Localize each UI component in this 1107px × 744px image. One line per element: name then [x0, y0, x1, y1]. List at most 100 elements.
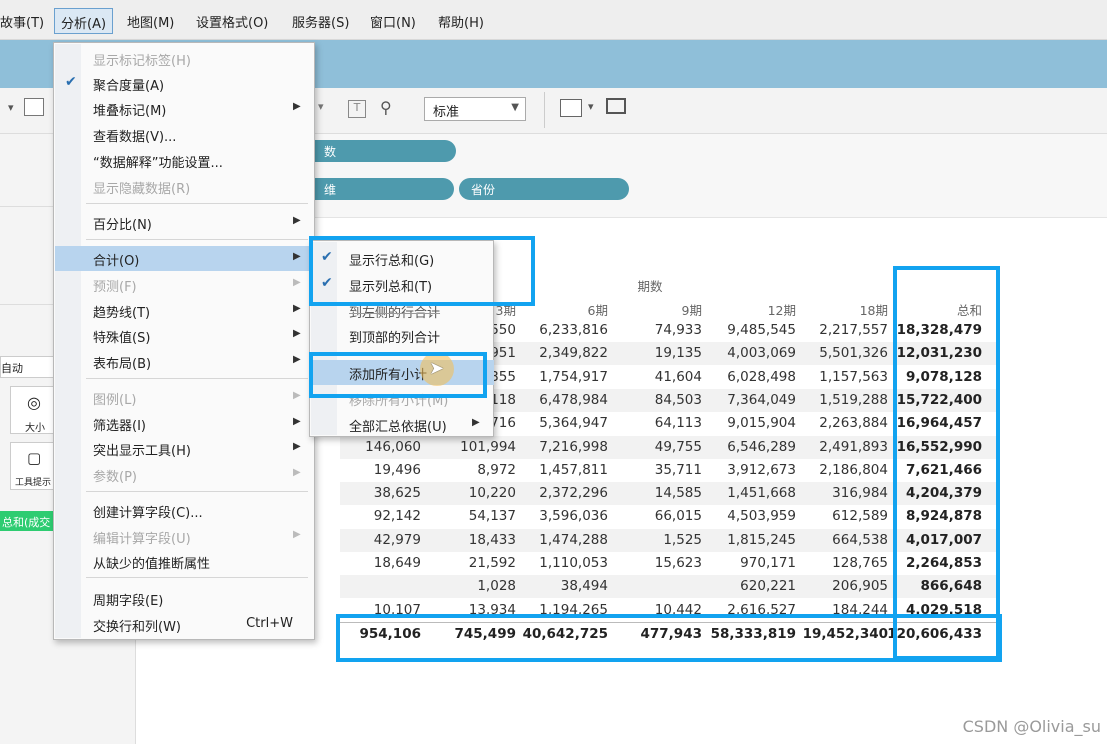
table-cell[interactable]: 15,623	[606, 555, 702, 571]
table-cell[interactable]: 3,912,673	[700, 462, 796, 478]
analysis-menu-item[interactable]: 筛选器(I) ▶	[55, 411, 315, 436]
rows-pill-1[interactable]: 维	[296, 178, 454, 200]
menu-window[interactable]: 窗口(N)	[370, 12, 416, 31]
table-cell[interactable]: 146,060	[325, 439, 421, 455]
analysis-menu-item[interactable]: 周期字段(E)	[55, 586, 315, 611]
show-me-dropdown-icon[interactable]: ▾	[588, 100, 594, 113]
table-cell[interactable]: 49,755	[606, 439, 702, 455]
table-cell[interactable]: 1,519,288	[792, 392, 888, 408]
table-cell[interactable]: 2,217,557	[792, 322, 888, 338]
analysis-menu-item[interactable]: 图例(L) ▶	[55, 385, 315, 410]
table-cell[interactable]: 1,474,288	[512, 532, 608, 548]
table-cell[interactable]: 6,478,984	[512, 392, 608, 408]
table-cell[interactable]: 1,457,811	[512, 462, 608, 478]
show-me-icon[interactable]	[560, 99, 582, 117]
table-cell[interactable]: 2,491,893	[792, 439, 888, 455]
analysis-menu-item[interactable]: 交换行和列(W) Ctrl+W	[55, 612, 315, 637]
table-cell[interactable]: 3,596,036	[512, 508, 608, 524]
table-cell[interactable]: 5,501,326	[792, 345, 888, 361]
table-cell[interactable]: 92,142	[325, 508, 421, 524]
menu-map[interactable]: 地图(M)	[127, 12, 174, 31]
table-cell[interactable]: 316,984	[792, 485, 888, 501]
table-cell[interactable]: 21,592	[420, 555, 516, 571]
text-icon[interactable]: T	[348, 100, 366, 118]
table-cell[interactable]: 10,220	[420, 485, 516, 501]
duplicate-icon[interactable]	[24, 98, 44, 116]
pin-icon[interactable]: ⚲	[380, 98, 392, 117]
table-cell[interactable]: 19,496	[325, 462, 421, 478]
analysis-menu-item[interactable]: 编辑计算字段(U) ▶	[55, 524, 315, 549]
table-cell[interactable]: 620,221	[700, 578, 796, 594]
column-header[interactable]: 12期	[700, 300, 796, 319]
table-cell[interactable]: 1,157,563	[792, 369, 888, 385]
table-cell[interactable]: 128,765	[792, 555, 888, 571]
table-cell[interactable]: 970,171	[700, 555, 796, 571]
rows-pill-2[interactable]: 省份	[459, 178, 629, 200]
table-cell[interactable]: 38,625	[325, 485, 421, 501]
analysis-menu-item[interactable]: 特殊值(S) ▶	[55, 323, 315, 348]
table-cell[interactable]: 9,485,545	[700, 322, 796, 338]
analysis-menu-item[interactable]: 趋势线(T) ▶	[55, 298, 315, 323]
table-cell[interactable]: 9,015,904	[700, 415, 796, 431]
totals-submenu-item[interactable]: 全部汇总依据(U) ▶	[311, 412, 494, 437]
table-cell[interactable]: 206,905	[792, 578, 888, 594]
size-button[interactable]: ◎ 大小	[10, 386, 58, 434]
analysis-menu-item[interactable]: 显示标记标签(H)	[55, 46, 315, 71]
analysis-menu-item[interactable]: 表布局(B) ▶	[55, 349, 315, 374]
table-cell[interactable]: 612,589	[792, 508, 888, 524]
table-cell[interactable]: 42,979	[325, 532, 421, 548]
table-cell[interactable]: 2,263,884	[792, 415, 888, 431]
table-cell[interactable]: 4,003,069	[700, 345, 796, 361]
table-cell[interactable]: 14,585	[606, 485, 702, 501]
analysis-menu-item[interactable]: 查看数据(V)...	[55, 122, 315, 147]
table-cell[interactable]: 1,815,245	[700, 532, 796, 548]
mark-type-select[interactable]: 标准 ▼	[424, 97, 526, 121]
table-cell[interactable]: 66,015	[606, 508, 702, 524]
table-cell[interactable]: 74,933	[606, 322, 702, 338]
table-cell[interactable]: 64,113	[606, 415, 702, 431]
menu-format[interactable]: 设置格式(O)	[196, 12, 268, 31]
column-header[interactable]: 18期	[792, 300, 888, 319]
table-cell[interactable]: 1,525	[606, 532, 702, 548]
presentation-icon[interactable]	[606, 98, 626, 114]
measure-pill[interactable]: 总和(成交	[0, 511, 56, 531]
table-cell[interactable]: 6,233,816	[512, 322, 608, 338]
columns-pill[interactable]: 数	[296, 140, 456, 162]
table-cell[interactable]: 6,546,289	[700, 439, 796, 455]
table-cell[interactable]: 1,110,053	[512, 555, 608, 571]
table-cell[interactable]: 101,994	[420, 439, 516, 455]
table-cell[interactable]: 1,754,917	[512, 369, 608, 385]
table-cell[interactable]: 664,538	[792, 532, 888, 548]
analysis-menu-item[interactable]: “数据解释”功能设置...	[55, 148, 315, 173]
table-cell[interactable]: 38,494	[512, 578, 608, 594]
totals-submenu-item[interactable]: 到顶部的列合计	[311, 323, 494, 348]
table-cell[interactable]: 5,364,947	[512, 415, 608, 431]
table-cell[interactable]: 84,503	[606, 392, 702, 408]
table-cell[interactable]: 8,972	[420, 462, 516, 478]
table-cell[interactable]: 18,433	[420, 532, 516, 548]
table-cell[interactable]: 54,137	[420, 508, 516, 524]
label-dropdown-icon[interactable]: ▾	[318, 100, 324, 113]
menu-server[interactable]: 服务器(S)	[292, 12, 349, 31]
menu-help[interactable]: 帮助(H)	[438, 12, 484, 31]
analysis-menu-item[interactable]: 合计(O) ▶	[55, 246, 315, 271]
analysis-menu-item[interactable]: 堆叠标记(M) ▶	[55, 96, 315, 121]
analysis-menu-item[interactable]: 突出显示工具(H) ▶	[55, 436, 315, 461]
analysis-menu-item[interactable]: 创建计算字段(C)...	[55, 498, 315, 523]
analysis-menu-item[interactable]: 参数(P) ▶	[55, 462, 315, 487]
table-cell[interactable]: 4,503,959	[700, 508, 796, 524]
table-cell[interactable]: 7,364,049	[700, 392, 796, 408]
table-cell[interactable]: 2,186,804	[792, 462, 888, 478]
dropdown-arrow-icon[interactable]: ▾	[8, 101, 14, 114]
table-cell[interactable]: 41,604	[606, 369, 702, 385]
table-cell[interactable]: 1,028	[420, 578, 516, 594]
analysis-menu-item[interactable]: ✔ 聚合度量(A)	[55, 71, 315, 96]
analysis-menu-item[interactable]: 显示隐藏数据(R)	[55, 174, 315, 199]
table-cell[interactable]: 7,216,998	[512, 439, 608, 455]
table-cell[interactable]: 2,349,822	[512, 345, 608, 361]
table-cell[interactable]: 6,028,498	[700, 369, 796, 385]
table-cell[interactable]: 35,711	[606, 462, 702, 478]
table-cell[interactable]: 2,372,296	[512, 485, 608, 501]
menu-story[interactable]: 故事(T)	[0, 12, 44, 31]
table-cell[interactable]: 1,451,668	[700, 485, 796, 501]
